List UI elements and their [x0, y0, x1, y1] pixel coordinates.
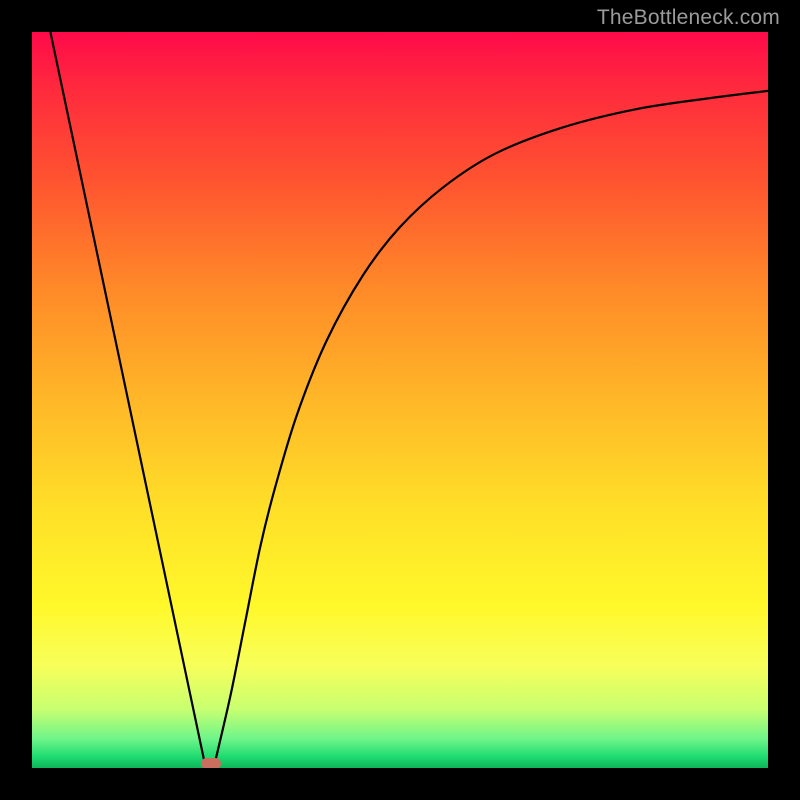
min-point-marker: [201, 758, 222, 768]
watermark-text: TheBottleneck.com: [597, 6, 780, 30]
right-curve-path: [215, 91, 768, 764]
chart-frame: TheBottleneck.com: [0, 0, 800, 800]
left-line-path: [50, 32, 205, 764]
curve-svg: [32, 32, 768, 768]
plot-area: [32, 32, 768, 768]
